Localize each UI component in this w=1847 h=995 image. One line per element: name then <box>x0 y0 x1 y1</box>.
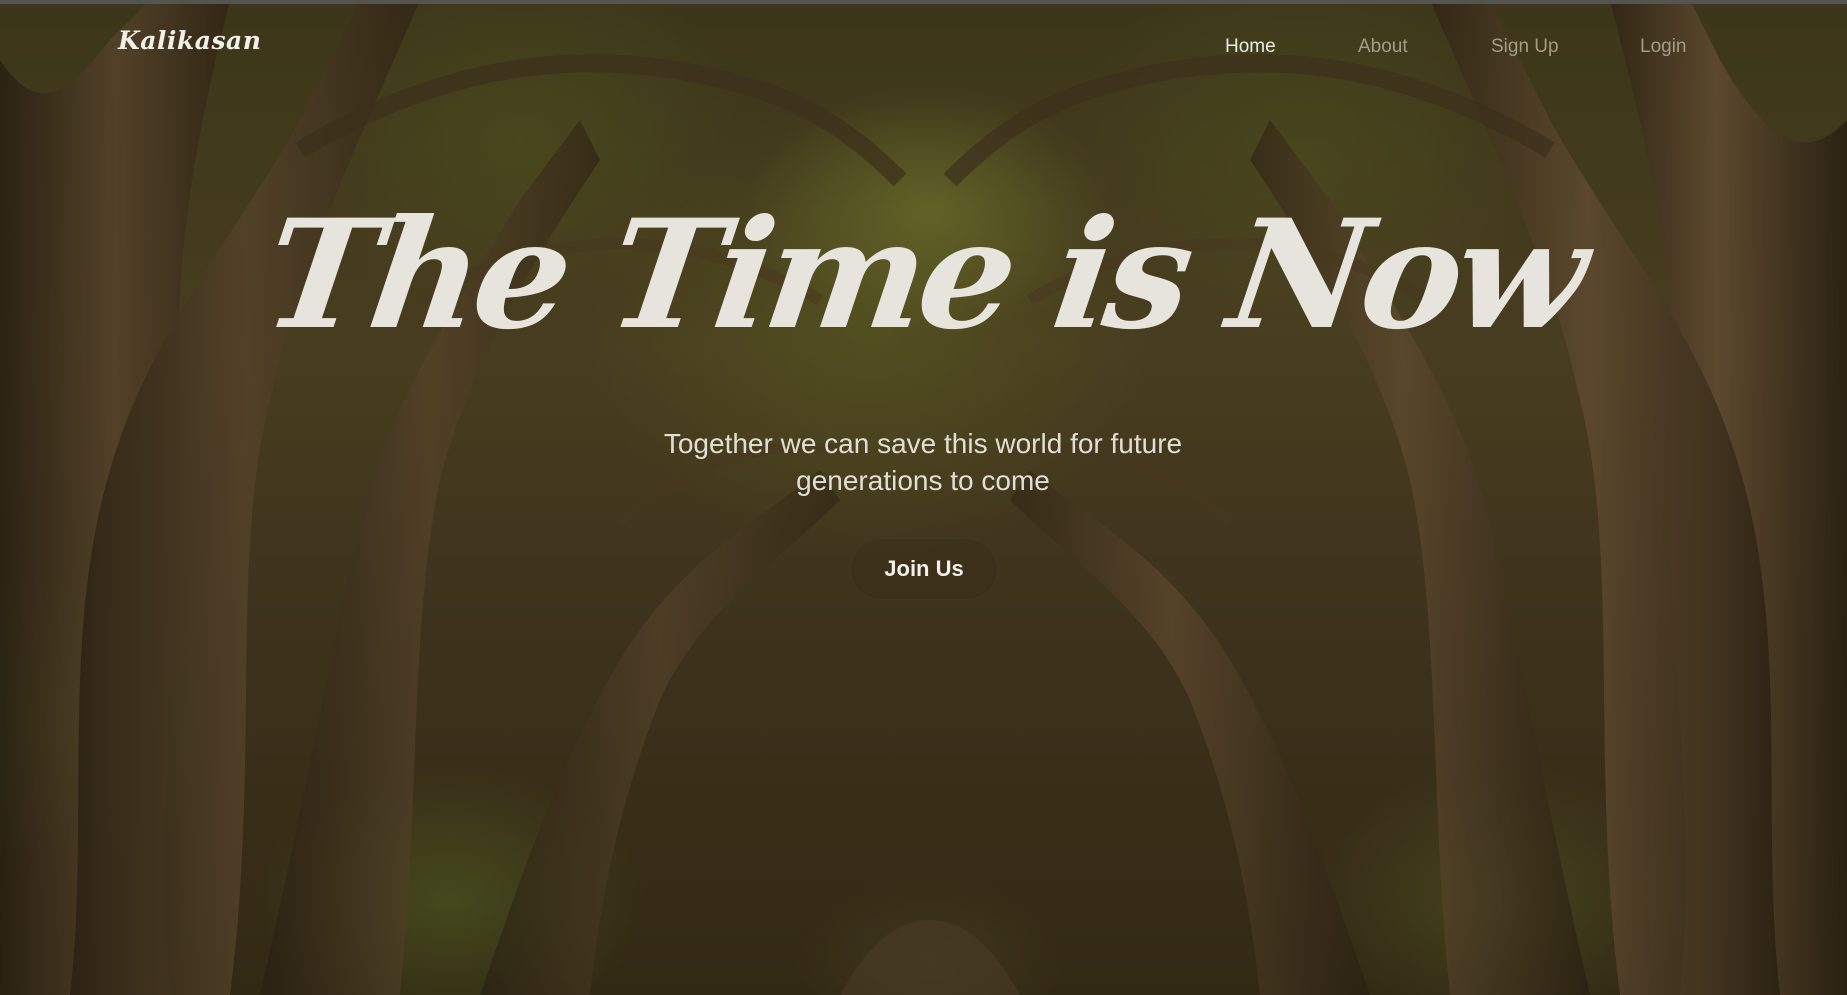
hero-subtitle: Together we can save this world for futu… <box>663 428 1183 496</box>
nav-link-login[interactable]: Login <box>1640 36 1687 58</box>
hero-title: The Time is Now <box>254 187 1593 363</box>
join-us-button[interactable]: Join Us <box>850 538 998 600</box>
nav-link-about[interactable]: About <box>1358 36 1408 58</box>
window-top-border <box>0 0 1847 4</box>
site-logo[interactable]: Kalikasan <box>118 26 261 55</box>
nav-link-home[interactable]: Home <box>1225 36 1276 58</box>
landing-page: Kalikasan Home About Sign Up Login The T… <box>0 0 1847 995</box>
nav-link-sign-up[interactable]: Sign Up <box>1491 36 1559 58</box>
